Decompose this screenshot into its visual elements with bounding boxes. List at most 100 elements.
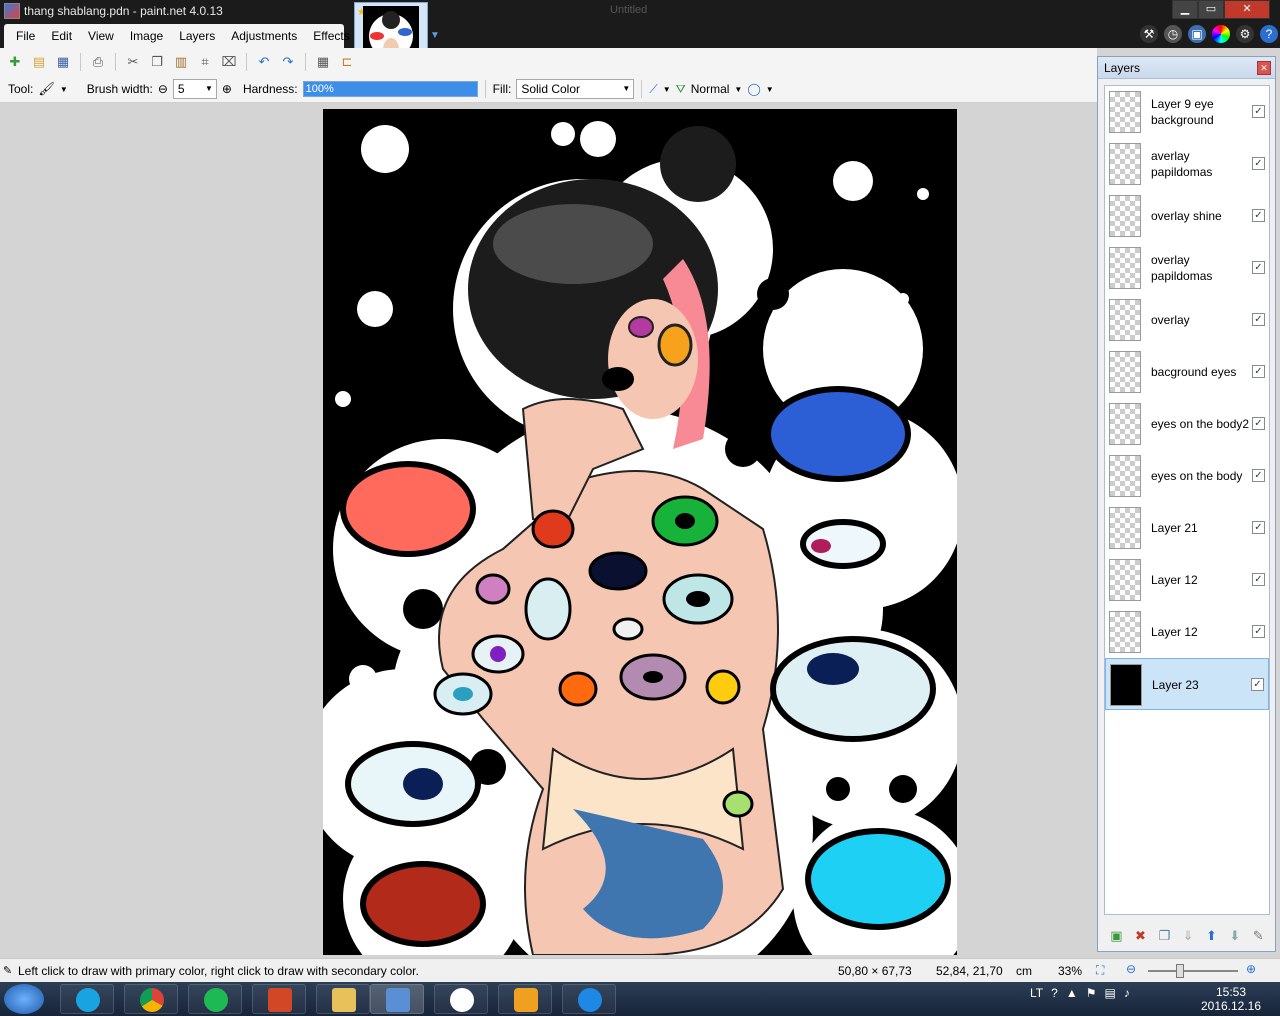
taskbar-app[interactable] xyxy=(434,984,488,1014)
maximize-button[interactable]: ▭ xyxy=(1198,0,1224,19)
brush-width-decrease-icon[interactable]: ⊖ xyxy=(158,82,168,96)
layer-visibility-checkbox[interactable]: ✓ xyxy=(1252,105,1265,118)
layer-row[interactable]: Layer 21 ✓ xyxy=(1105,502,1269,554)
fill-combo[interactable]: Solid Color ▼ xyxy=(516,79,635,99)
save-icon[interactable]: ▦ xyxy=(54,53,72,71)
help-icon[interactable]: ? xyxy=(1051,986,1058,1000)
network-icon[interactable]: ▤ xyxy=(1104,986,1115,1000)
open-icon[interactable]: ▤ xyxy=(30,53,48,71)
duplicate-layer-icon[interactable]: ❐ xyxy=(1158,928,1170,944)
close-button[interactable]: ✕ xyxy=(1224,0,1270,19)
start-button[interactable] xyxy=(4,984,44,1014)
zoom-slider-track[interactable] xyxy=(1148,970,1238,972)
layer-row[interactable]: overlay ✓ xyxy=(1105,294,1269,346)
paste-icon[interactable]: ▥ xyxy=(172,53,190,71)
move-layer-up-icon[interactable]: ⬆ xyxy=(1206,928,1217,944)
undo-icon[interactable]: ↶ xyxy=(255,53,273,71)
tools-icon[interactable]: ⚒ xyxy=(1140,25,1158,43)
hardness-slider[interactable]: 100% xyxy=(302,81,478,97)
chevron-down-icon[interactable]: ▼ xyxy=(734,85,742,94)
layer-row[interactable]: averlay papildomas ✓ xyxy=(1105,138,1269,190)
layer-row[interactable]: overlay papildomas ✓ xyxy=(1105,242,1269,294)
menu-file[interactable]: File xyxy=(8,24,43,48)
layer-visibility-checkbox[interactable]: ✓ xyxy=(1252,365,1265,378)
crop-icon[interactable]: ⌗ xyxy=(196,53,214,71)
tab-dropdown-icon[interactable]: ▼ xyxy=(430,30,440,41)
layer-visibility-checkbox[interactable]: ✓ xyxy=(1252,261,1265,274)
copy-icon[interactable]: ❐ xyxy=(148,53,166,71)
antialiasing-icon[interactable]: ⟋ xyxy=(649,82,657,97)
deselect-icon[interactable]: ⌧ xyxy=(220,53,238,71)
blend-mode-value[interactable]: Normal xyxy=(691,82,730,96)
move-layer-down-icon[interactable]: ⬇ xyxy=(1229,928,1240,944)
flag-icon[interactable]: ⚑ xyxy=(1086,986,1097,1000)
delete-layer-icon[interactable]: ✖ xyxy=(1135,928,1146,944)
layers-window-icon[interactable]: ▣ xyxy=(1188,25,1206,43)
layer-row-selected[interactable]: Layer 23 ✓ xyxy=(1105,658,1269,710)
zoom-level[interactable]: 33% xyxy=(1058,964,1082,978)
zoom-in-icon[interactable]: ⊕ xyxy=(1246,962,1256,976)
settings-icon[interactable]: ⚙ xyxy=(1236,25,1254,43)
language-indicator[interactable]: LT xyxy=(1030,986,1043,1000)
help-icon[interactable]: ? xyxy=(1260,25,1278,43)
print-icon[interactable]: ⎙ xyxy=(89,53,107,71)
tool-dropdown-arrow[interactable]: ▼ xyxy=(60,85,68,94)
menu-image[interactable]: Image xyxy=(122,24,171,48)
layer-visibility-checkbox[interactable]: ✓ xyxy=(1252,521,1265,534)
layer-row[interactable]: Layer 12 ✓ xyxy=(1105,554,1269,606)
layer-row[interactable]: Layer 9 eye background ✓ xyxy=(1105,86,1269,138)
layer-visibility-checkbox[interactable]: ✓ xyxy=(1251,678,1264,691)
layer-properties-icon[interactable]: ✎ xyxy=(1253,928,1264,944)
layer-visibility-checkbox[interactable]: ✓ xyxy=(1252,625,1265,638)
cut-icon[interactable]: ✂ xyxy=(124,53,142,71)
layer-visibility-checkbox[interactable]: ✓ xyxy=(1252,313,1265,326)
layer-visibility-checkbox[interactable]: ✓ xyxy=(1252,209,1265,222)
layer-row[interactable]: Layer 12 ✓ xyxy=(1105,606,1269,658)
zoom-slider-knob[interactable] xyxy=(1176,964,1184,978)
chevron-down-icon[interactable]: ▼ xyxy=(766,85,774,94)
units-selector[interactable]: cm xyxy=(1016,964,1032,978)
layer-visibility-checkbox[interactable]: ✓ xyxy=(1252,469,1265,482)
taskbar-spotify[interactable] xyxy=(188,984,242,1014)
layer-row[interactable]: eyes on the body2 ✓ xyxy=(1105,398,1269,450)
taskbar-chrome[interactable] xyxy=(124,984,178,1014)
close-icon[interactable]: ✕ xyxy=(1257,61,1271,75)
zoom-fit-icon[interactable]: ⛶ xyxy=(1096,963,1104,978)
taskbar-explorer[interactable] xyxy=(316,984,370,1014)
menu-view[interactable]: View xyxy=(80,24,122,48)
brush-width-combo[interactable]: 5 ▼ xyxy=(172,79,217,99)
redo-icon[interactable]: ↷ xyxy=(279,53,297,71)
menu-edit[interactable]: Edit xyxy=(43,24,80,48)
taskbar-media-player[interactable] xyxy=(498,984,552,1014)
layer-visibility-checkbox[interactable]: ✓ xyxy=(1252,157,1265,170)
taskbar-ie[interactable] xyxy=(562,984,616,1014)
layer-visibility-checkbox[interactable]: ✓ xyxy=(1252,417,1265,430)
taskbar-skype[interactable] xyxy=(60,984,114,1014)
grid-icon[interactable]: ▦ xyxy=(314,53,332,71)
menu-adjustments[interactable]: Adjustments xyxy=(223,24,305,48)
volume-icon[interactable]: ♪ xyxy=(1124,986,1130,1000)
merge-layer-down-icon[interactable]: ⇓ xyxy=(1183,928,1194,944)
layer-visibility-checkbox[interactable]: ✓ xyxy=(1252,573,1265,586)
colors-icon[interactable] xyxy=(1212,25,1230,43)
menu-layers[interactable]: Layers xyxy=(171,24,223,48)
tray-expand-icon[interactable]: ▲ xyxy=(1066,986,1078,1000)
layer-row[interactable]: bacground eyes ✓ xyxy=(1105,346,1269,398)
minimize-button[interactable]: ▁ xyxy=(1172,0,1198,19)
zoom-out-icon[interactable]: ⊖ xyxy=(1126,962,1136,976)
new-icon[interactable]: ✚ xyxy=(6,53,24,71)
paintbrush-icon[interactable]: 🖌 xyxy=(38,81,55,97)
taskbar-powerpoint[interactable] xyxy=(252,984,306,1014)
chevron-down-icon[interactable]: ▼ xyxy=(663,85,671,94)
layer-row[interactable]: eyes on the body ✓ xyxy=(1105,450,1269,502)
image-canvas[interactable] xyxy=(323,109,957,955)
taskbar-paintnet[interactable] xyxy=(370,984,424,1014)
ruler-icon[interactable]: ⊏ xyxy=(338,53,356,71)
brush-width-increase-icon[interactable]: ⊕ xyxy=(222,82,232,96)
canvas-workspace[interactable] xyxy=(0,103,1097,958)
add-layer-icon[interactable]: ▣ xyxy=(1110,928,1122,944)
selection-mode-icon[interactable]: ◯ xyxy=(747,82,760,96)
layer-row[interactable]: overlay shine ✓ xyxy=(1105,190,1269,242)
history-icon[interactable]: ◷ xyxy=(1164,25,1182,43)
clock[interactable]: 15:53 2016.12.16 xyxy=(1196,985,1266,1013)
